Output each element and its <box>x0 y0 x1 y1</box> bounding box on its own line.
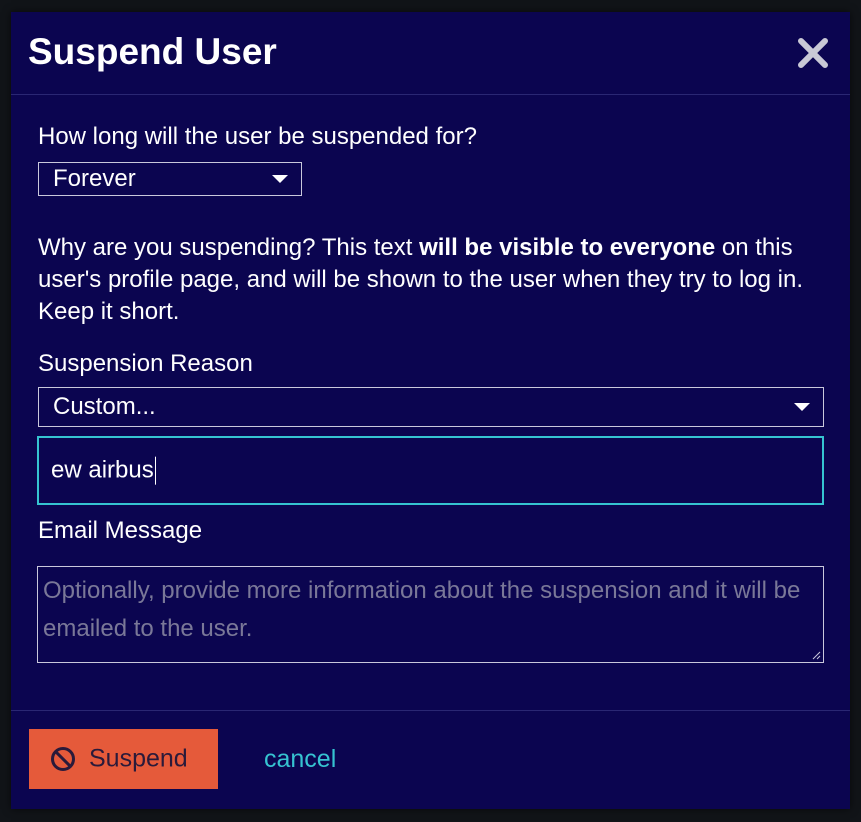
suspend-button-label: Suspend <box>89 744 188 773</box>
chevron-down-icon <box>794 403 810 411</box>
close-icon <box>798 38 828 68</box>
suspend-button[interactable]: Suspend <box>29 729 218 789</box>
email-message-label: Email Message <box>38 517 203 544</box>
text-cursor <box>154 456 156 485</box>
duration-question: How long will the user be suspended for? <box>38 123 477 150</box>
email-message-textarea[interactable]: Optionally, provide more information abo… <box>37 566 824 663</box>
custom-reason-input-value: ew airbus <box>51 456 156 485</box>
reason-help-text: Why are you suspending? This text will b… <box>38 232 828 328</box>
email-message-placeholder: Optionally, provide more information abo… <box>43 577 801 642</box>
custom-reason-input[interactable]: ew airbus <box>37 436 824 505</box>
footer-divider <box>11 710 850 711</box>
reason-help-text-emphasis: will be visible to everyone <box>419 234 716 261</box>
modal-header: Suspend User <box>11 12 850 95</box>
resize-handle-icon[interactable] <box>811 650 821 660</box>
suspend-user-modal: Suspend User How long will the user be s… <box>11 12 850 809</box>
ban-icon <box>51 747 75 771</box>
reason-help-text-start: Why are you suspending? This text <box>38 234 420 261</box>
modal-title: Suspend User <box>28 31 277 72</box>
chevron-down-icon <box>272 175 288 183</box>
close-button[interactable] <box>796 36 830 70</box>
suspension-reason-select[interactable]: Custom... <box>38 387 824 427</box>
cancel-link[interactable]: cancel <box>264 743 336 775</box>
custom-reason-text: ew airbus <box>51 456 154 484</box>
suspension-reason-select-value: Custom... <box>53 393 156 420</box>
duration-select[interactable]: Forever <box>38 162 302 196</box>
duration-select-value: Forever <box>53 165 136 192</box>
suspension-reason-label: Suspension Reason <box>38 350 253 377</box>
